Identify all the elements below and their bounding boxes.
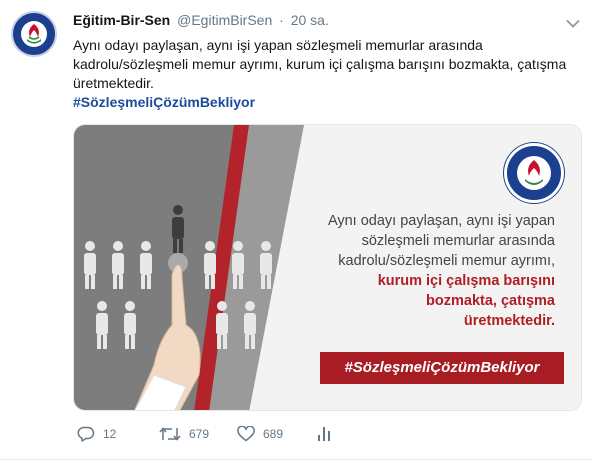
retweet-button[interactable]: 679 — [159, 424, 209, 444]
overlay-line: sözleşmeli memurlar arasında — [361, 233, 555, 249]
reply-button[interactable]: 12 — [77, 424, 116, 444]
avatar[interactable] — [11, 11, 57, 57]
heart-icon — [237, 426, 255, 442]
brand-logo-icon — [15, 15, 53, 53]
retweet-count: 679 — [189, 427, 210, 441]
tweet-media-image[interactable]: Aynı odayı paylaşan, aynı işi yapan sözl… — [73, 124, 582, 411]
media-logo-icon — [504, 143, 564, 203]
reply-count: 12 — [103, 427, 117, 441]
analytics-button[interactable] — [317, 424, 331, 444]
retweet-icon — [159, 427, 181, 441]
tweet-timestamp[interactable]: 20 sa. — [291, 12, 329, 28]
like-count: 689 — [263, 427, 284, 441]
hashtag-link[interactable]: #SözleşmeliÇözümBekliyor — [73, 94, 255, 110]
tweet-header: Eğitim-Bir-Sen @EgitimBirSen · 20 sa. — [73, 12, 553, 32]
analytics-icon — [318, 427, 330, 441]
like-button[interactable]: 689 — [237, 424, 283, 444]
overlay-bold-line: bozmakta, çatışma — [426, 293, 555, 309]
media-overlay-text: Aynı odayı paylaşan, aynı işi yapan sözl… — [315, 211, 555, 331]
tweet-actions: 12 679 689 — [73, 424, 373, 444]
reply-icon — [77, 426, 95, 442]
separator-dot: · — [279, 12, 284, 28]
author-name[interactable]: Eğitim-Bir-Sen — [73, 12, 170, 28]
tweet[interactable]: Eğitim-Bir-Sen @EgitimBirSen · 20 sa. Ay… — [0, 0, 593, 460]
overlay-bold-line: kurum içi çalışma barışını — [377, 273, 555, 289]
overlay-line: kadrolu/sözleşmeli memur ayrımı, — [338, 253, 555, 269]
overlay-line: Aynı odayı paylaşan, aynı işi yapan — [327, 213, 555, 229]
media-hashtag-banner: #SözleşmeliÇözümBekliyor — [320, 352, 564, 384]
chevron-down-icon[interactable] — [566, 16, 580, 28]
tweet-text: Aynı odayı paylaşan, aynı işi yapan sözl… — [73, 37, 567, 91]
author-handle[interactable]: @EgitimBirSen — [177, 12, 272, 28]
overlay-bold-line: üretmektedir. — [463, 313, 555, 329]
